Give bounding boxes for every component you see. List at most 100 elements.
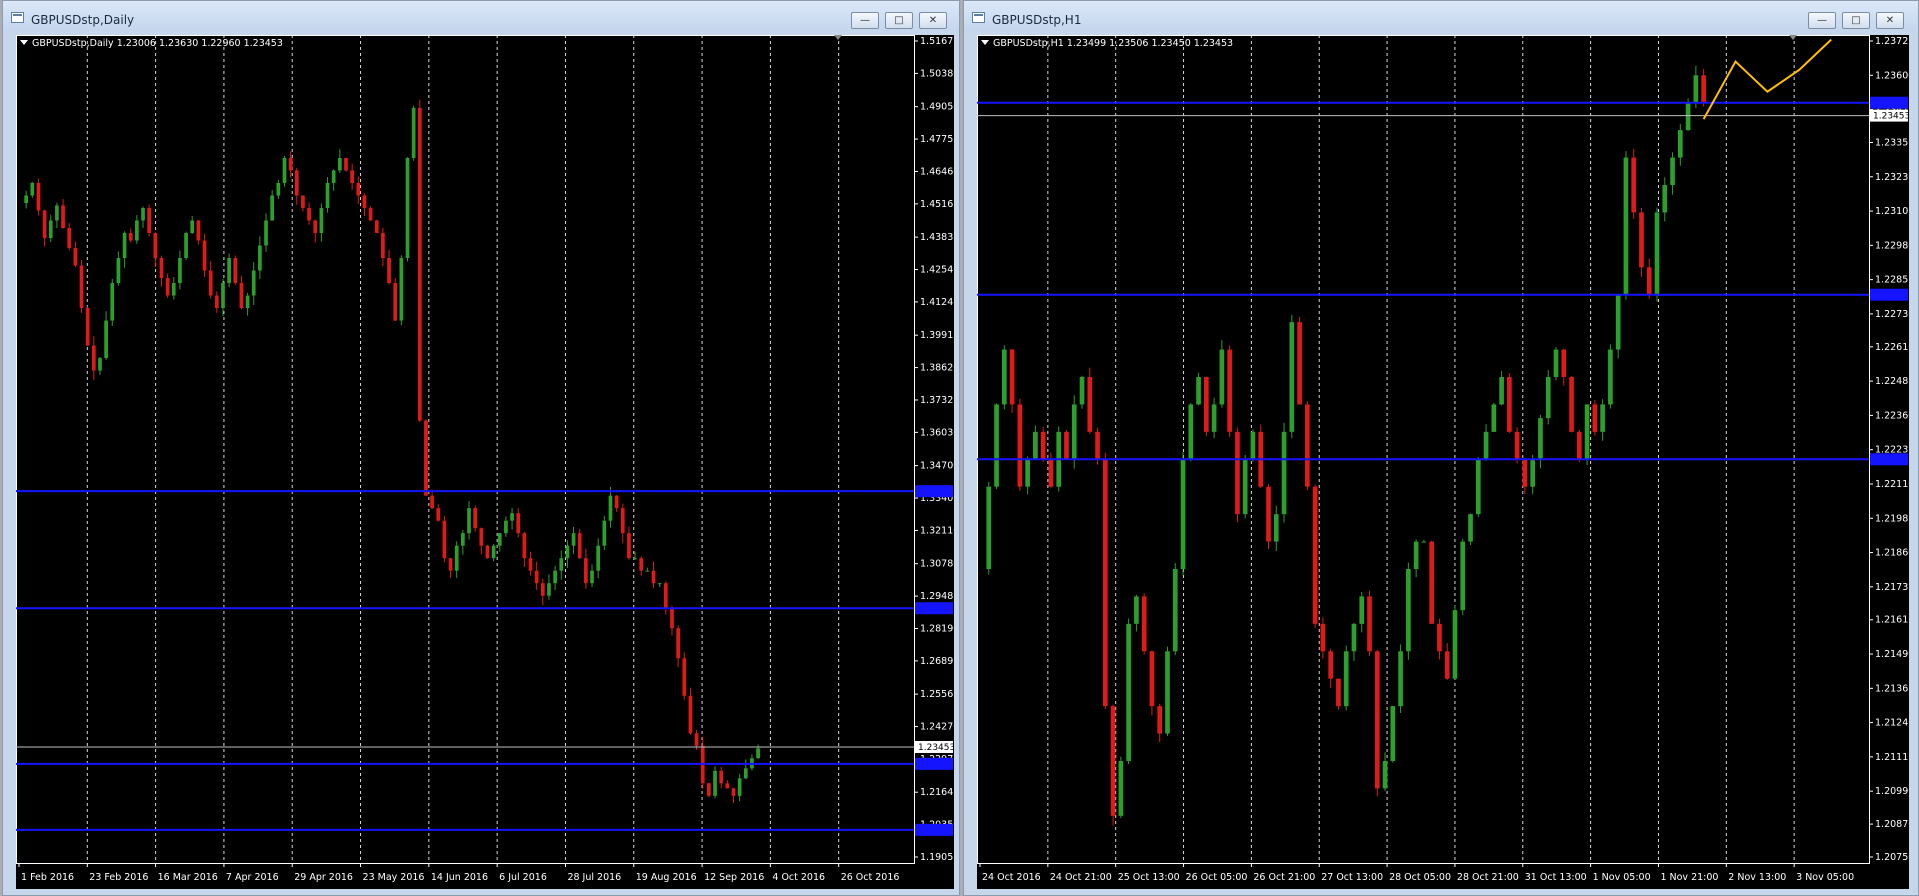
date-label: 29 Apr 2016 — [294, 872, 353, 883]
candle-body — [178, 258, 182, 284]
candle-body — [319, 207, 324, 233]
candle-body — [1499, 377, 1504, 405]
price-label: 1.42540 — [920, 265, 954, 276]
candle-body — [1468, 514, 1473, 542]
date-label: 14 Jun 2016 — [431, 872, 488, 883]
price-label: 1.43835 — [920, 232, 954, 243]
candle-body — [1685, 102, 1691, 131]
price-label: 1.21115 — [1875, 752, 1909, 763]
price-label: 1.28190 — [920, 623, 954, 634]
price-label: 1.39915 — [920, 330, 954, 341]
minimize-button[interactable]: — — [851, 12, 879, 29]
candle-body — [135, 220, 139, 241]
chart-window-h1[interactable]: GBPUSDstp,H1 — □ ✕ GBPUSDstp,H1 1.23499 … — [963, 0, 1919, 896]
candle-body — [1297, 322, 1302, 405]
candle-body — [534, 570, 539, 584]
candle-body — [1087, 377, 1093, 432]
candle-body — [1336, 678, 1341, 707]
price-label: 1.19055 — [920, 852, 954, 863]
price-label: 1.21735 — [1875, 582, 1909, 593]
candle-body — [663, 583, 668, 609]
candle-body — [276, 182, 281, 196]
candle-body — [1584, 404, 1590, 460]
candle-body — [393, 283, 398, 321]
candle-body — [79, 265, 84, 309]
candle-body — [577, 533, 582, 559]
ohlc-header: GBPUSDstp,Daily 1.23006 1.23630 1.22960 … — [20, 38, 283, 49]
level-price-tag — [1870, 288, 1908, 301]
close-button[interactable]: ✕ — [919, 12, 947, 29]
candle-body — [547, 583, 551, 596]
candle-body — [743, 768, 748, 779]
candle-body — [282, 157, 287, 183]
candle-body — [590, 570, 594, 584]
candle-body — [504, 520, 508, 534]
date-label: 24 Oct 2016 — [982, 872, 1041, 883]
candle-body — [1188, 404, 1194, 460]
candle-body — [430, 495, 434, 509]
ohlc-text: GBPUSDstp,H1 1.23499 1.23506 1.23450 1.2… — [993, 38, 1234, 49]
candle-body — [614, 495, 619, 509]
candle-body — [307, 207, 311, 221]
candle-body — [1701, 75, 1706, 103]
candle-body — [473, 508, 478, 529]
candle-body — [147, 207, 152, 233]
price-chart-area[interactable]: 1 Feb 2016 23 Feb 2016 16 Mar 2016 7 Apr 20… — [16, 35, 954, 889]
price-chart-area[interactable]: 24 Oct 2016 24 Oct 21:00 25 Oct 13:00 26 Oc… — [977, 35, 1909, 889]
date-label: 3 Nov 05:00 — [1796, 872, 1854, 883]
candle-body — [448, 558, 453, 571]
candle-body — [510, 513, 514, 521]
candle-body — [1235, 431, 1240, 515]
price-label: 1.50380 — [920, 68, 954, 79]
chart-window-daily[interactable]: GBPUSDstp,Daily — □ ✕ GBPUSDstp,Daily 1.… — [2, 0, 960, 896]
candle-body — [122, 232, 127, 259]
candle-body — [1273, 514, 1279, 542]
candle-body — [694, 733, 699, 746]
close-button[interactable]: ✕ — [1876, 12, 1904, 29]
candle-body — [165, 278, 170, 296]
candle-body — [417, 107, 422, 421]
candle-body — [522, 533, 527, 559]
candle-body — [141, 207, 145, 221]
candle-body — [233, 258, 238, 284]
candle-body — [1134, 596, 1139, 624]
date-label: 16 Mar 2016 — [158, 872, 218, 883]
chart-window-icon — [11, 12, 24, 23]
candle-body — [313, 220, 318, 233]
ohlc-header: GBPUSDstp,H1 1.23499 1.23506 1.23450 1.2… — [981, 38, 1233, 49]
candle-body — [251, 270, 256, 296]
candle-body — [1095, 431, 1100, 460]
candle-body — [1219, 349, 1225, 405]
candle-body — [436, 508, 441, 521]
date-label: 26 Oct 2016 — [841, 872, 900, 883]
level-price-tag — [915, 602, 953, 615]
date-label: 25 Oct 13:00 — [1118, 872, 1180, 883]
candle-body — [713, 770, 717, 796]
candle-body — [36, 182, 41, 211]
candle-body — [196, 220, 201, 241]
candle-body — [688, 695, 693, 734]
candle-body — [608, 495, 613, 521]
candle-body — [48, 220, 53, 238]
maximize-button[interactable]: □ — [1842, 12, 1870, 29]
candle-body — [553, 570, 557, 584]
candle-body — [1180, 459, 1186, 569]
price-label: 1.20870 — [1875, 819, 1909, 830]
price-label: 1.22485 — [1875, 376, 1909, 387]
window-titlebar[interactable]: GBPUSDstp,Daily — □ ✕ — [3, 1, 959, 31]
window-titlebar[interactable]: GBPUSDstp,H1 — □ ✕ — [964, 1, 1918, 31]
level-price-tag — [915, 823, 953, 836]
candle-body — [1576, 431, 1582, 460]
price-label: 1.45165 — [920, 199, 954, 210]
price-label: 1.21860 — [1875, 548, 1909, 559]
minimize-button[interactable]: — — [1808, 12, 1836, 29]
candle-body — [1157, 706, 1163, 734]
candle-body — [1110, 706, 1116, 816]
price-label: 1.26895 — [920, 656, 954, 667]
candle-body — [1289, 322, 1295, 432]
candle-body — [356, 182, 361, 196]
maximize-button[interactable]: □ — [885, 12, 913, 29]
date-label: 2 Nov 13:00 — [1728, 872, 1786, 883]
candle-body — [159, 258, 164, 279]
candle-body — [98, 358, 102, 371]
